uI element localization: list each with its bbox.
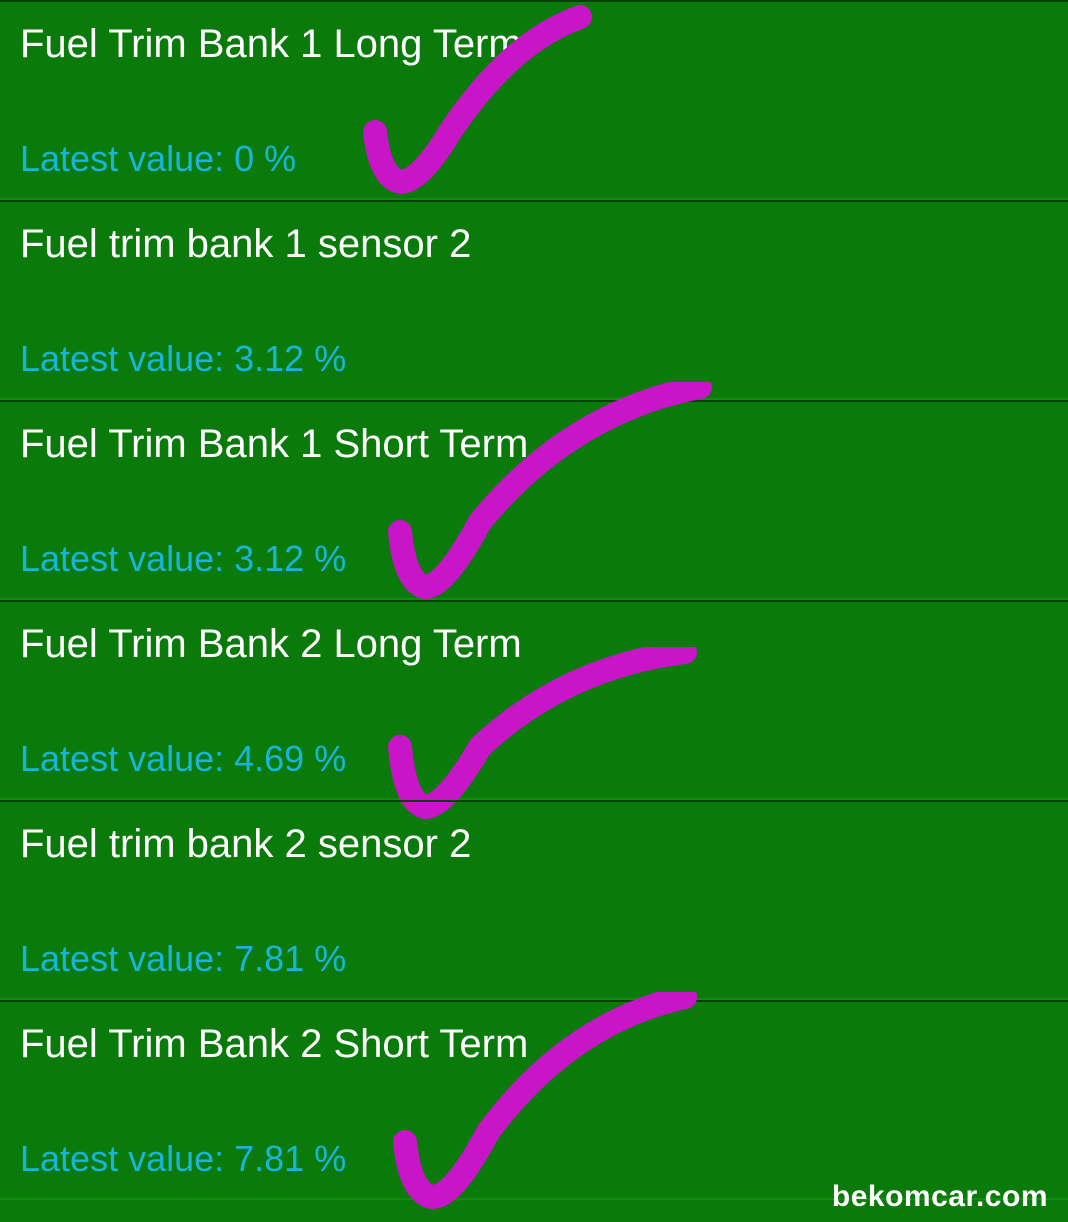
list-item[interactable]: Fuel Trim Bank 2 Short Term Latest value…: [0, 1000, 1068, 1200]
list-item[interactable]: Fuel Trim Bank 1 Short Term Latest value…: [0, 400, 1068, 600]
sensor-value: Latest value: 7.81 %: [20, 1138, 1048, 1180]
sensor-title: Fuel Trim Bank 1 Long Term: [20, 20, 1048, 68]
sensor-title: Fuel Trim Bank 1 Short Term: [20, 420, 1048, 468]
sensor-title: Fuel trim bank 1 sensor 2: [20, 220, 1048, 268]
list-item[interactable]: Fuel Trim Bank 2 Long Term Latest value:…: [0, 600, 1068, 800]
checkmark-icon: [375, 647, 715, 822]
sensor-value: Latest value: 7.81 %: [20, 938, 1048, 980]
sensor-title: Fuel trim bank 2 sensor 2: [20, 820, 1048, 868]
list-item[interactable]: Fuel Trim Bank 1 Long Term Latest value:…: [0, 0, 1068, 200]
sensor-value: Latest value: 4.69 %: [20, 738, 1048, 780]
sensor-value: Latest value: 0 %: [20, 138, 1048, 180]
sensor-title: Fuel Trim Bank 2 Long Term: [20, 620, 1048, 668]
watermark-text: bekomcar.com: [832, 1180, 1048, 1214]
sensor-value: Latest value: 3.12 %: [20, 338, 1048, 380]
sensor-value: Latest value: 3.12 %: [20, 538, 1048, 580]
list-item[interactable]: Fuel trim bank 2 sensor 2 Latest value: …: [0, 800, 1068, 1000]
list-item[interactable]: Fuel trim bank 1 sensor 2 Latest value: …: [0, 200, 1068, 400]
sensor-title: Fuel Trim Bank 2 Short Term: [20, 1020, 1048, 1068]
sensor-list: Fuel Trim Bank 1 Long Term Latest value:…: [0, 0, 1068, 1200]
